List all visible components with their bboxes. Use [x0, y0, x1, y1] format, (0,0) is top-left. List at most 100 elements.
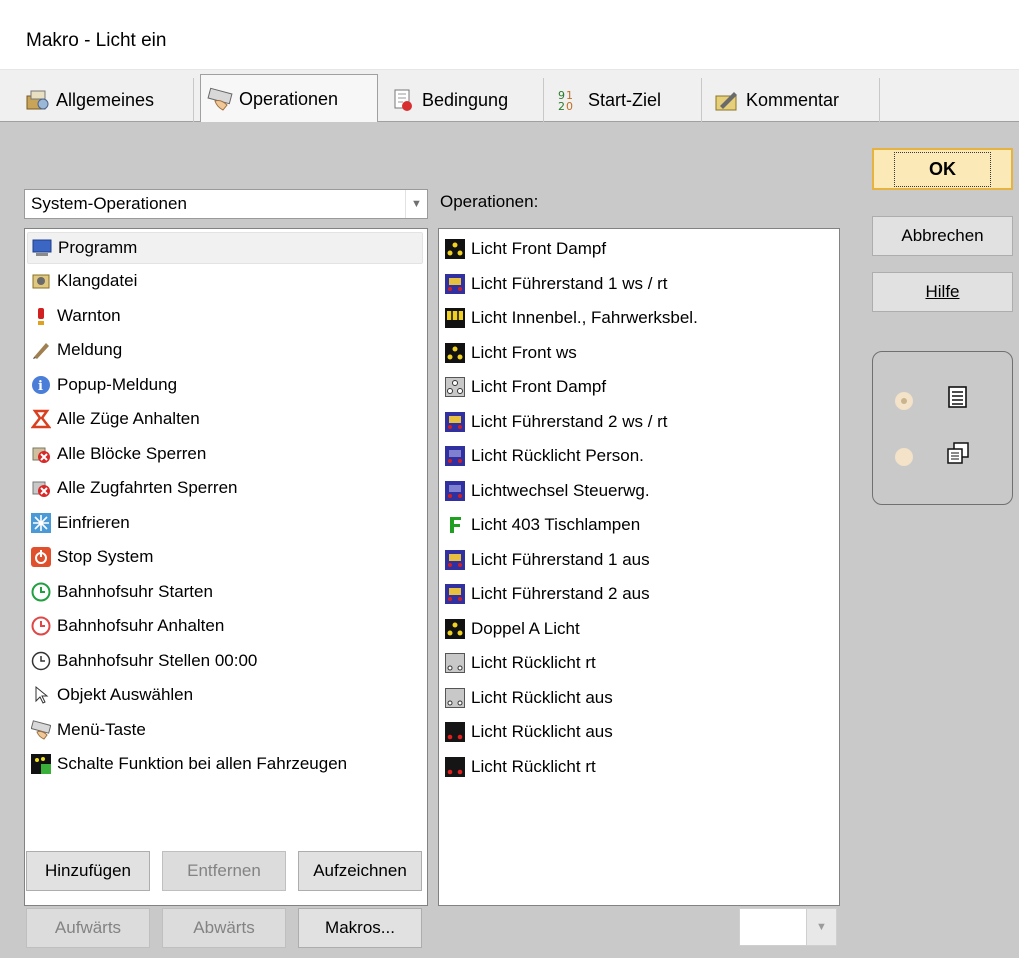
list-item[interactable]: Bahnhofsuhr Anhalten [25, 609, 427, 644]
move-down-button[interactable]: Abwärts [162, 908, 286, 948]
list-item[interactable]: Schalte Funktion bei allen Fahrzeugen [25, 747, 427, 782]
copy-view-radio[interactable] [895, 448, 913, 466]
dialog-client-area: Allgemeines Operationen Bedingung 9120 S… [0, 70, 1019, 958]
svg-text:2: 2 [558, 100, 565, 112]
list-item[interactable]: Alle Zugfahrten Sperren [25, 471, 427, 506]
cancel-button[interactable]: Abbrechen [872, 216, 1013, 256]
list-item[interactable]: Licht Rücklicht rt [439, 646, 839, 681]
list-item[interactable]: Warnton [25, 299, 427, 334]
tab-start-ziel[interactable]: 9120 Start-Ziel [550, 78, 702, 122]
value-select-field[interactable] [739, 908, 807, 946]
snowflake-icon [31, 512, 51, 533]
cab-light-icon [445, 549, 465, 570]
cab-light-icon [445, 446, 465, 467]
list-item[interactable]: Licht Front ws [439, 336, 839, 371]
list-view-icon [947, 386, 969, 412]
lights-yellow-triangle-icon [445, 618, 465, 639]
interior-light-icon [445, 308, 465, 329]
cab-light-icon [445, 273, 465, 294]
list-item[interactable]: Licht Führerstand 2 ws / rt [439, 405, 839, 440]
clock-red-icon [31, 616, 51, 636]
tail-light-red-icon [445, 756, 465, 777]
function-all-icon [31, 754, 51, 775]
list-item[interactable]: Licht Rücklicht aus [439, 681, 839, 716]
value-select[interactable]: ▼ [739, 908, 839, 946]
operations-label: Operationen: [440, 192, 539, 211]
exclamation-icon [31, 306, 51, 326]
tab-kommentar[interactable]: Kommentar [708, 78, 880, 122]
window-title: Makro - Licht ein [26, 30, 167, 51]
lights-grey-triangle-icon [445, 377, 465, 398]
list-item[interactable]: Licht Rücklicht Person. [439, 439, 839, 474]
tab-allgemeines[interactable]: Allgemeines [18, 78, 194, 122]
tab-strip: Allgemeines Operationen Bedingung 9120 S… [0, 70, 1019, 123]
list-item[interactable]: Licht Rücklicht rt [439, 750, 839, 785]
route-lock-icon [31, 478, 51, 498]
lights-yellow-triangle-icon [445, 239, 465, 260]
speaker-icon [31, 271, 51, 291]
tail-light-red-icon [445, 722, 465, 743]
add-button[interactable]: Hinzufügen [26, 851, 150, 891]
record-button[interactable]: Aufzeichnen [298, 851, 422, 891]
list-item[interactable]: Licht Führerstand 1 aus [439, 543, 839, 578]
macros-button[interactable]: Makros... [298, 908, 422, 948]
stop-hand-icon [30, 409, 52, 429]
list-item[interactable]: Licht Führerstand 2 aus [439, 577, 839, 612]
list-item[interactable]: Licht Führerstand 1 ws / rt [439, 267, 839, 302]
list-item[interactable]: Stop System [25, 540, 427, 575]
cursor-icon [31, 685, 51, 705]
cab-light-icon [445, 584, 465, 605]
tab-operationen[interactable]: Operationen [200, 74, 378, 123]
list-item[interactable]: Objekt Auswählen [25, 678, 427, 713]
svg-text:i: i [38, 379, 43, 394]
ok-button[interactable]: OK [872, 148, 1013, 190]
move-up-button[interactable]: Aufwärts [26, 908, 150, 948]
help-button[interactable]: Hilfe [872, 272, 1013, 312]
title-bar: Makro - Licht ein [0, 0, 1019, 70]
pencil-icon [31, 340, 51, 360]
list-item[interactable]: Licht Rücklicht aus [439, 715, 839, 750]
system-operations-list[interactable]: Programm Klangdatei Warnton Meldung i Po… [24, 228, 428, 906]
list-item[interactable]: Einfrieren [25, 506, 427, 541]
list-item[interactable]: i Popup-Meldung [25, 368, 427, 403]
list-item[interactable]: Klangdatei [25, 264, 427, 299]
list-item[interactable]: Licht Innenbel., Fahrwerksbel. [439, 301, 839, 336]
monitor-icon [32, 238, 52, 258]
list-item[interactable]: Menü-Taste [25, 713, 427, 748]
tab-bedingung[interactable]: Bedingung [384, 78, 544, 122]
letter-f-icon [445, 515, 465, 535]
svg-text:0: 0 [566, 100, 573, 112]
keyboard-hand-icon [207, 87, 233, 111]
view-mode-group [872, 351, 1013, 505]
power-icon [31, 547, 51, 568]
info-icon: i [31, 375, 51, 395]
operation-category-select[interactable]: System-Operationen ▼ [24, 189, 428, 219]
lights-yellow-triangle-icon [445, 342, 465, 363]
list-item[interactable]: Alle Züge Anhalten [25, 402, 427, 437]
list-view-radio[interactable] [895, 392, 913, 410]
condition-icon [390, 88, 416, 112]
list-item[interactable]: Licht 403 Tischlampen [439, 508, 839, 543]
list-item[interactable]: Bahnhofsuhr Stellen 00:00 [25, 644, 427, 679]
chevron-down-icon[interactable]: ▼ [405, 190, 427, 218]
list-item[interactable]: Programm [27, 232, 423, 264]
list-item[interactable]: Licht Front Dampf [439, 232, 839, 267]
cab-light-icon [445, 411, 465, 432]
block-lock-icon [31, 444, 51, 464]
list-item[interactable]: Meldung [25, 333, 427, 368]
list-item[interactable]: Lichtwechsel Steuerwg. [439, 474, 839, 509]
list-item[interactable]: Licht Front Dampf [439, 370, 839, 405]
list-item[interactable]: Bahnhofsuhr Starten [25, 575, 427, 610]
copy-view-icon [947, 442, 969, 468]
tail-light-grey-icon [445, 653, 465, 674]
keyboard-hand-icon [30, 719, 52, 740]
remove-button[interactable]: Entfernen [162, 851, 286, 891]
list-item[interactable]: Doppel A Licht [439, 612, 839, 647]
operations-list[interactable]: Licht Front Dampf Licht Führerstand 1 ws… [438, 228, 840, 906]
chevron-down-icon[interactable]: ▼ [807, 908, 837, 946]
list-item[interactable]: Alle Blöcke Sperren [25, 437, 427, 472]
comment-icon [714, 88, 740, 112]
start-goal-icon: 9120 [556, 88, 582, 113]
tail-light-grey-icon [445, 687, 465, 708]
cab-light-icon [445, 480, 465, 501]
